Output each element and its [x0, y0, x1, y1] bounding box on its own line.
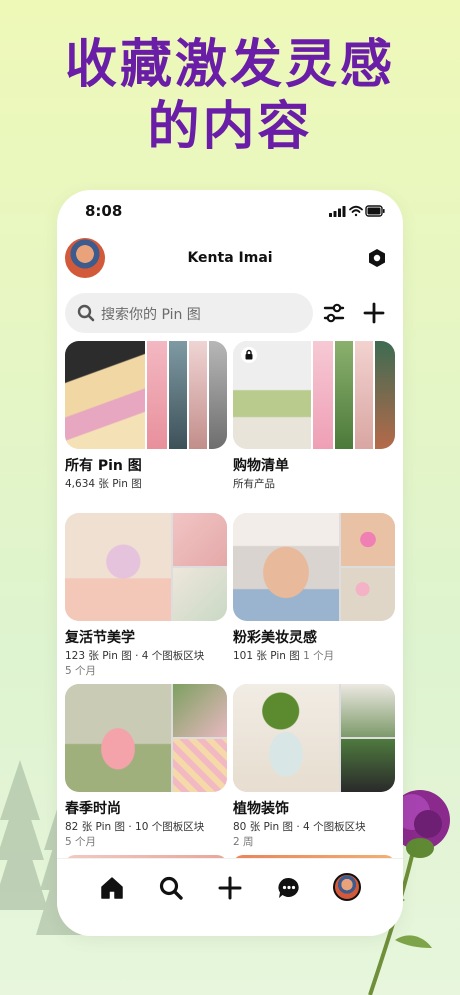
cover-image	[65, 684, 171, 792]
cover-image	[333, 341, 355, 449]
bottom-tab-bar	[57, 858, 403, 936]
board-card[interactable]: 购物清单 所有产品	[233, 341, 395, 492]
cover-image	[187, 341, 209, 449]
board-updated: 2 周	[233, 836, 254, 848]
signal-icon	[329, 206, 346, 217]
search-icon	[77, 304, 95, 322]
board-title: 购物清单	[233, 458, 289, 474]
lock-icon	[241, 347, 257, 363]
board-updated: 5 个月	[65, 836, 97, 848]
board-meta: 所有产品	[233, 478, 275, 490]
search-placeholder: 搜索你的 Pin 图	[101, 307, 201, 323]
board-cover	[65, 684, 227, 792]
board-card[interactable]: 所有 Pin 图 4,634 张 Pin 图	[65, 341, 227, 492]
cover-image	[173, 739, 227, 792]
cover-image	[65, 513, 171, 621]
phone-screen: 8:08 Kenta Imai 搜索你的 Pin 图 所有 Pin 图 4,63…	[57, 190, 403, 936]
board-card[interactable]: 春季时尚 82 张 Pin 图 · 10 个图板区块 5 个月	[65, 684, 227, 849]
cover-image	[373, 341, 395, 449]
status-bar: 8:08	[57, 202, 403, 224]
headline: 收藏激发灵感 的内容	[0, 34, 460, 158]
headline-line-2: 的内容	[147, 97, 313, 157]
board-updated: 5 个月	[65, 665, 97, 677]
cover-image	[167, 341, 189, 449]
cover-image	[341, 513, 395, 566]
home-icon[interactable]	[99, 875, 125, 901]
sliders-icon[interactable]	[323, 302, 345, 324]
cover-image	[233, 513, 339, 621]
board-cover	[65, 341, 227, 449]
board-card[interactable]: 复活节美学 123 张 Pin 图 · 4 个图板区块 5 个月	[65, 513, 227, 678]
board-updated: 1 个月	[303, 650, 335, 662]
board-meta: 80 张 Pin 图 · 4 个图板区块	[233, 821, 366, 833]
board-card[interactable]: 植物装饰 80 张 Pin 图 · 4 个图板区块 2 周	[233, 684, 395, 849]
cover-image	[311, 341, 335, 449]
cover-image	[207, 341, 227, 449]
board-title: 植物装饰	[233, 801, 289, 817]
cover-image	[173, 684, 227, 737]
cover-image	[173, 568, 227, 621]
cover-image	[233, 684, 339, 792]
status-time: 8:08	[85, 202, 123, 220]
headline-line-1: 收藏激发灵感	[64, 35, 395, 95]
board-title: 所有 Pin 图	[65, 458, 142, 474]
board-title: 春季时尚	[65, 801, 121, 817]
board-cover	[233, 684, 395, 792]
profile-tab-avatar[interactable]	[333, 873, 361, 901]
board-pin-count: 101 张 Pin 图	[233, 650, 300, 662]
battery-icon	[365, 205, 385, 217]
board-meta: 123 张 Pin 图 · 4 个图板区块	[65, 650, 205, 662]
board-card[interactable]: 粉彩美妆灵感 101 张 Pin 图 1 个月	[233, 513, 395, 664]
cover-image	[173, 513, 227, 566]
cover-image	[353, 341, 375, 449]
plus-icon[interactable]	[217, 875, 243, 901]
profile-name: Kenta Imai	[187, 250, 273, 266]
cover-image	[145, 341, 169, 449]
plus-icon[interactable]	[363, 302, 385, 324]
cover-image	[341, 739, 395, 792]
cover-image	[341, 568, 395, 621]
board-cover	[233, 341, 395, 449]
chat-icon[interactable]	[276, 875, 302, 901]
board-title: 粉彩美妆灵感	[233, 630, 317, 646]
board-cover	[65, 513, 227, 621]
board-meta: 82 张 Pin 图 · 10 个图板区块	[65, 821, 205, 833]
board-cover	[233, 513, 395, 621]
search-icon[interactable]	[158, 875, 184, 901]
board-meta: 4,634 张 Pin 图	[65, 478, 142, 490]
board-meta: 101 张 Pin 图 1 个月	[233, 649, 395, 664]
cover-image	[341, 684, 395, 737]
wifi-icon	[349, 205, 363, 217]
board-title: 复活节美学	[65, 630, 135, 646]
status-icons	[329, 205, 385, 217]
search-bar[interactable]: 搜索你的 Pin 图	[65, 293, 313, 333]
hexagon-settings-icon[interactable]	[367, 248, 387, 268]
cover-image	[65, 341, 147, 449]
